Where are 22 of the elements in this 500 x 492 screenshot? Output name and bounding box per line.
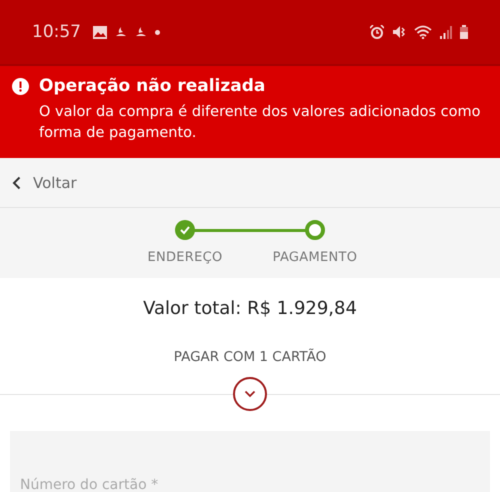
step-label: PAGAMENTO (272, 250, 358, 265)
status-time: 10:57 (32, 22, 81, 42)
back-button[interactable]: Voltar (12, 174, 77, 192)
step-label: ENDEREÇO (147, 250, 223, 265)
mute-icon (392, 25, 406, 39)
alarm-icon (370, 25, 384, 39)
dot-icon (155, 30, 160, 34)
chevron-down-icon (244, 390, 256, 398)
flame-icon (115, 27, 127, 37)
card-number-field[interactable]: Número do cartão * (10, 431, 490, 492)
flame-icon (135, 27, 147, 37)
alert-title: Operação não realizada (39, 76, 266, 96)
exclamation-icon (12, 78, 29, 95)
image-icon (93, 26, 107, 38)
chevron-left-icon (12, 176, 21, 190)
payment-option-label: PAGAR COM 1 CARTÃO (172, 349, 328, 365)
expand-button[interactable] (233, 377, 267, 411)
alert-message: O valor da compra é diferente dos valores adicionados como forma de pagamento. (39, 103, 482, 143)
signal-icon (440, 26, 452, 38)
wifi-icon (414, 25, 432, 39)
total-amount: Valor total: R$ 1.929,84 (142, 298, 358, 319)
battery-icon (460, 25, 468, 39)
